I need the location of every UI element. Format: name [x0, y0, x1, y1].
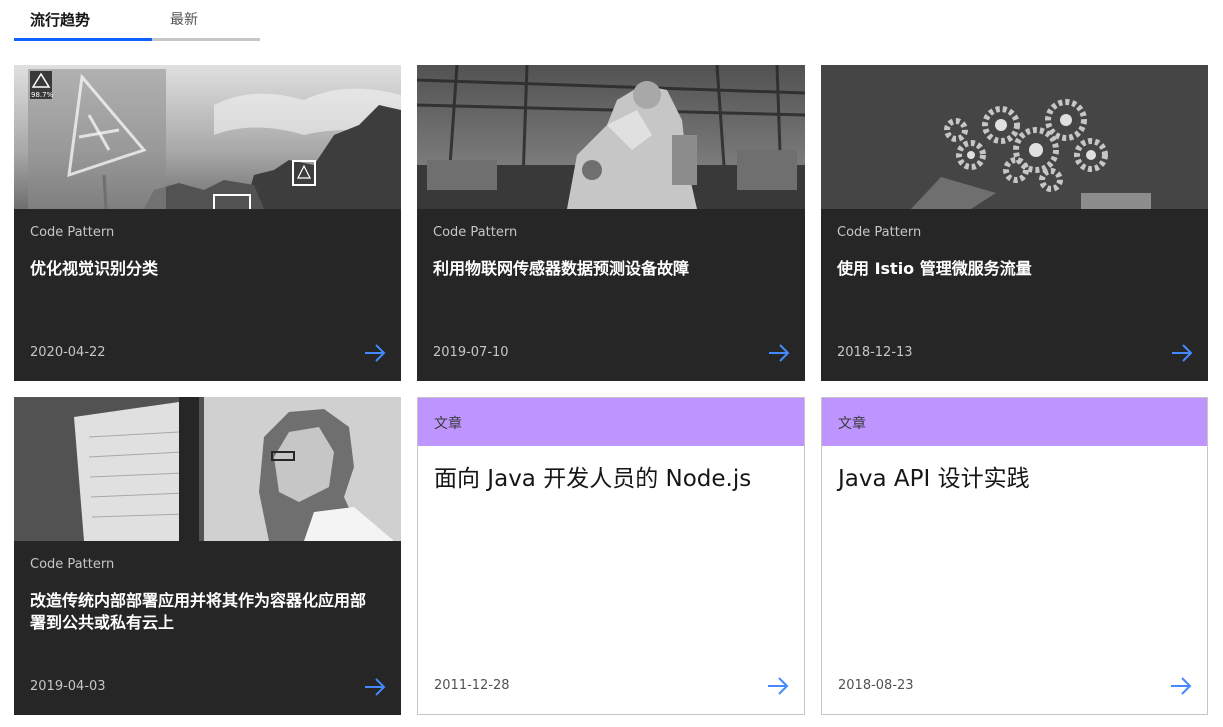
tab-trending[interactable]: 流行趋势	[14, 0, 152, 41]
card-date: 2019-07-10	[433, 345, 509, 360]
card-date: 2018-08-23	[838, 678, 914, 693]
arrow-right-icon[interactable]	[1169, 676, 1193, 696]
card-title: Java API 设计实践	[838, 466, 1030, 492]
card-java-api-design[interactable]: 文章 Java API 设计实践 2018-08-23	[821, 397, 1208, 715]
road-sign-detection-photo: 98.7%	[14, 65, 401, 209]
tab-latest[interactable]: 最新	[152, 0, 260, 41]
card-iot-failure-prediction[interactable]: Code Pattern 利用物联网传感器数据预测设备故障 2019-07-10	[417, 65, 805, 381]
card-date: 2020-04-22	[30, 345, 106, 360]
card-date: 2011-12-28	[434, 678, 510, 693]
card-date: 2018-12-13	[837, 345, 913, 360]
tab-latest-label: 最新	[170, 12, 198, 28]
card-vision-classification[interactable]: 98.7% Code Pattern 优化视觉识别分类 2020-04-22	[14, 65, 401, 381]
card-containerize-apps[interactable]: Code Pattern 改造传统内部部署应用并将其作为容器化应用部署到公共或私…	[14, 397, 401, 715]
card-title: 优化视觉识别分类	[30, 259, 159, 278]
card-title: 使用 Istio 管理微服务流量	[837, 259, 1032, 278]
tab-trending-label: 流行趋势	[30, 11, 91, 29]
card-title: 利用物联网传感器数据预测设备故障	[433, 259, 690, 278]
card-date: 2019-04-03	[30, 679, 106, 694]
card-title: 改造传统内部部署应用并将其作为容器化应用部署到公共或私有云上	[30, 591, 367, 632]
gears-chalkboard-photo	[821, 65, 1208, 209]
arrow-right-icon[interactable]	[767, 343, 791, 363]
card-type: 文章	[838, 416, 866, 432]
arrow-right-icon[interactable]	[1170, 343, 1194, 363]
tab-bar: 流行趋势 最新	[14, 0, 260, 41]
card-type: Code Pattern	[837, 225, 922, 240]
arrow-right-icon[interactable]	[363, 677, 387, 697]
confidence-overlay: 98.7%	[31, 91, 54, 99]
card-title: 面向 Java 开发人员的 Node.js	[434, 466, 752, 492]
card-type: Code Pattern	[30, 225, 115, 240]
arrow-right-icon[interactable]	[363, 343, 387, 363]
article-label-bar	[418, 398, 804, 446]
article-label-bar	[822, 398, 1207, 446]
woman-at-monitor-photo	[14, 397, 401, 541]
card-istio-microservices[interactable]: Code Pattern 使用 Istio 管理微服务流量 2018-12-13	[821, 65, 1208, 381]
industrial-robot-arm-photo	[417, 65, 805, 209]
card-type: Code Pattern	[433, 225, 518, 240]
card-nodejs-for-java[interactable]: 文章 面向 Java 开发人员的 Node.js 2011-12-28	[417, 397, 805, 715]
arrow-right-icon[interactable]	[766, 676, 790, 696]
card-type: 文章	[434, 416, 462, 432]
card-type: Code Pattern	[30, 557, 115, 572]
